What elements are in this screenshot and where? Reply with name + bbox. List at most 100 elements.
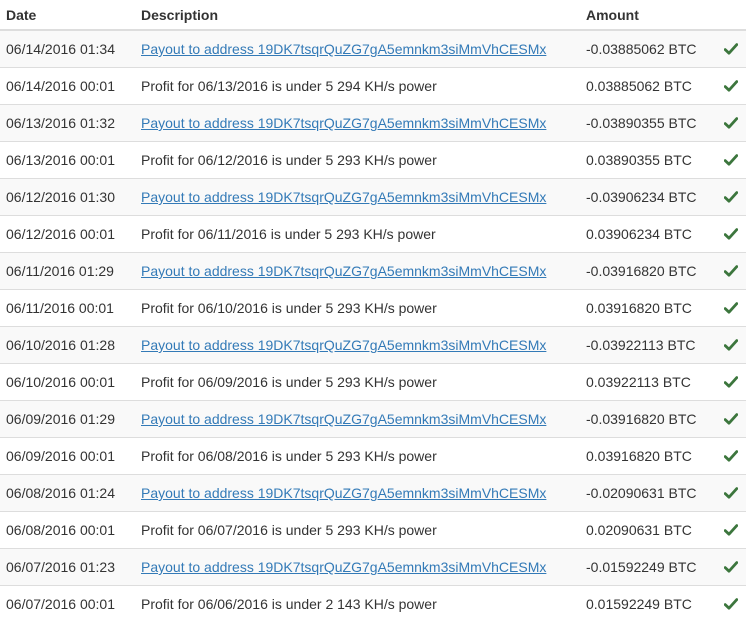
transactions-body: 06/14/2016 01:34 Payout to address 19DK7t…: [0, 29, 746, 622]
row-description-cell: Profit for 06/10/2016 is under 5 293 KH/…: [135, 289, 580, 327]
row-status: [716, 178, 746, 216]
table-row: 06/11/2016 01:29 Payout to address 19DK7t…: [0, 252, 746, 290]
row-amount: 0.03885062 BTC: [580, 67, 716, 105]
row-date: 06/07/2016 00:01: [0, 585, 135, 622]
row-date: 06/08/2016 01:24: [0, 474, 135, 512]
check-icon: [716, 487, 746, 499]
row-description-cell: Payout to address 19DK7tsqrQuZG7gA5emnkm…: [135, 400, 580, 438]
row-description-cell: Profit for 06/08/2016 is under 5 293 KH/…: [135, 437, 580, 475]
check-icon: [716, 80, 746, 92]
row-date: 06/12/2016 00:01: [0, 215, 135, 253]
row-date: 06/11/2016 01:29: [0, 252, 135, 290]
table-row: 06/13/2016 01:32 Payout to address 19DK7t…: [0, 104, 746, 142]
table-row: 06/13/2016 00:01 Profit for 06/12/2016 is…: [0, 141, 746, 179]
table-row: 06/14/2016 00:01 Profit for 06/13/2016 is…: [0, 67, 746, 105]
row-description-cell: Payout to address 19DK7tsqrQuZG7gA5emnkm…: [135, 474, 580, 512]
table-row: 06/08/2016 00:01 Profit for 06/07/2016 is…: [0, 511, 746, 549]
row-status: [716, 548, 746, 586]
row-date: 06/09/2016 01:29: [0, 400, 135, 438]
row-amount: -0.03885062 BTC: [580, 29, 716, 68]
row-amount: -0.03922113 BTC: [580, 326, 716, 364]
row-status: [716, 289, 746, 327]
row-amount: -0.03916820 BTC: [580, 252, 716, 290]
payout-address-link[interactable]: Payout to address 19DK7tsqrQuZG7gA5emnkm…: [141, 485, 546, 501]
payout-address-link[interactable]: Payout to address 19DK7tsqrQuZG7gA5emnkm…: [141, 41, 546, 57]
profit-description: Profit for 06/10/2016 is under 5 293 KH/…: [141, 300, 437, 316]
row-description-cell: Profit for 06/07/2016 is under 5 293 KH/…: [135, 511, 580, 549]
check-icon: [716, 524, 746, 536]
row-status: [716, 67, 746, 105]
check-icon: [716, 413, 746, 425]
table-row: 06/07/2016 01:23 Payout to address 19DK7t…: [0, 548, 746, 586]
row-date: 06/14/2016 01:34: [0, 29, 135, 68]
profit-description: Profit for 06/07/2016 is under 5 293 KH/…: [141, 522, 437, 538]
check-icon: [716, 302, 746, 314]
row-status: [716, 585, 746, 622]
row-amount: 0.03916820 BTC: [580, 289, 716, 327]
check-icon: [716, 117, 746, 129]
table-row: 06/09/2016 01:29 Payout to address 19DK7t…: [0, 400, 746, 438]
profit-description: Profit for 06/13/2016 is under 5 294 KH/…: [141, 78, 437, 94]
row-status: [716, 104, 746, 142]
header-status: [716, 0, 746, 31]
row-description-cell: Payout to address 19DK7tsqrQuZG7gA5emnkm…: [135, 326, 580, 364]
row-date: 06/11/2016 00:01: [0, 289, 135, 327]
payout-address-link[interactable]: Payout to address 19DK7tsqrQuZG7gA5emnkm…: [141, 337, 546, 353]
check-icon: [716, 561, 746, 573]
row-date: 06/09/2016 00:01: [0, 437, 135, 475]
row-description-cell: Profit for 06/11/2016 is under 5 293 KH/…: [135, 215, 580, 253]
check-icon: [716, 154, 746, 166]
check-icon: [716, 191, 746, 203]
row-status: [716, 474, 746, 512]
check-icon: [716, 450, 746, 462]
row-description-cell: Payout to address 19DK7tsqrQuZG7gA5emnkm…: [135, 104, 580, 142]
row-description-cell: Payout to address 19DK7tsqrQuZG7gA5emnkm…: [135, 29, 580, 68]
row-description-cell: Profit for 06/13/2016 is under 5 294 KH/…: [135, 67, 580, 105]
check-icon: [716, 598, 746, 610]
payout-address-link[interactable]: Payout to address 19DK7tsqrQuZG7gA5emnkm…: [141, 189, 546, 205]
row-description-cell: Profit for 06/12/2016 is under 5 293 KH/…: [135, 141, 580, 179]
row-date: 06/07/2016 01:23: [0, 548, 135, 586]
row-status: [716, 252, 746, 290]
row-date: 06/13/2016 01:32: [0, 104, 135, 142]
table-row: 06/09/2016 00:01 Profit for 06/08/2016 is…: [0, 437, 746, 475]
table-row: 06/07/2016 00:01 Profit for 06/06/2016 is…: [0, 585, 746, 622]
row-amount: 0.01592249 BTC: [580, 585, 716, 622]
table-row: 06/12/2016 00:01 Profit for 06/11/2016 is…: [0, 215, 746, 253]
row-description-cell: Profit for 06/06/2016 is under 2 143 KH/…: [135, 585, 580, 622]
row-amount: -0.03906234 BTC: [580, 178, 716, 216]
payout-address-link[interactable]: Payout to address 19DK7tsqrQuZG7gA5emnkm…: [141, 559, 546, 575]
row-description-cell: Payout to address 19DK7tsqrQuZG7gA5emnkm…: [135, 178, 580, 216]
row-status: [716, 400, 746, 438]
row-date: 06/12/2016 01:30: [0, 178, 135, 216]
row-amount: -0.03890355 BTC: [580, 104, 716, 142]
row-status: [716, 215, 746, 253]
row-description-cell: Payout to address 19DK7tsqrQuZG7gA5emnkm…: [135, 252, 580, 290]
row-amount: -0.01592249 BTC: [580, 548, 716, 586]
profit-description: Profit for 06/08/2016 is under 5 293 KH/…: [141, 448, 437, 464]
row-amount: -0.02090631 BTC: [580, 474, 716, 512]
row-status: [716, 437, 746, 475]
header-date: Date: [0, 0, 135, 31]
profit-description: Profit for 06/06/2016 is under 2 143 KH/…: [141, 596, 437, 612]
row-amount: 0.02090631 BTC: [580, 511, 716, 549]
header-description: Description: [135, 0, 580, 31]
row-amount: 0.03890355 BTC: [580, 141, 716, 179]
table-row: 06/08/2016 01:24 Payout to address 19DK7t…: [0, 474, 746, 512]
profit-description: Profit for 06/09/2016 is under 5 293 KH/…: [141, 374, 437, 390]
row-amount: -0.03916820 BTC: [580, 400, 716, 438]
row-date: 06/14/2016 00:01: [0, 67, 135, 105]
row-description-cell: Payout to address 19DK7tsqrQuZG7gA5emnkm…: [135, 548, 580, 586]
row-date: 06/13/2016 00:01: [0, 141, 135, 179]
payout-address-link[interactable]: Payout to address 19DK7tsqrQuZG7gA5emnkm…: [141, 263, 546, 279]
table-header-row: Date Description Amount: [0, 0, 746, 31]
profit-description: Profit for 06/12/2016 is under 5 293 KH/…: [141, 152, 437, 168]
transactions-table: Date Description Amount 06/14/2016 01:34…: [0, 0, 746, 622]
row-status: [716, 29, 746, 68]
payout-address-link[interactable]: Payout to address 19DK7tsqrQuZG7gA5emnkm…: [141, 411, 546, 427]
check-icon: [716, 265, 746, 277]
table-row: 06/14/2016 01:34 Payout to address 19DK7t…: [0, 29, 746, 68]
payout-address-link[interactable]: Payout to address 19DK7tsqrQuZG7gA5emnkm…: [141, 115, 546, 131]
table-row: 06/11/2016 00:01 Profit for 06/10/2016 is…: [0, 289, 746, 327]
header-amount: Amount: [580, 0, 716, 31]
